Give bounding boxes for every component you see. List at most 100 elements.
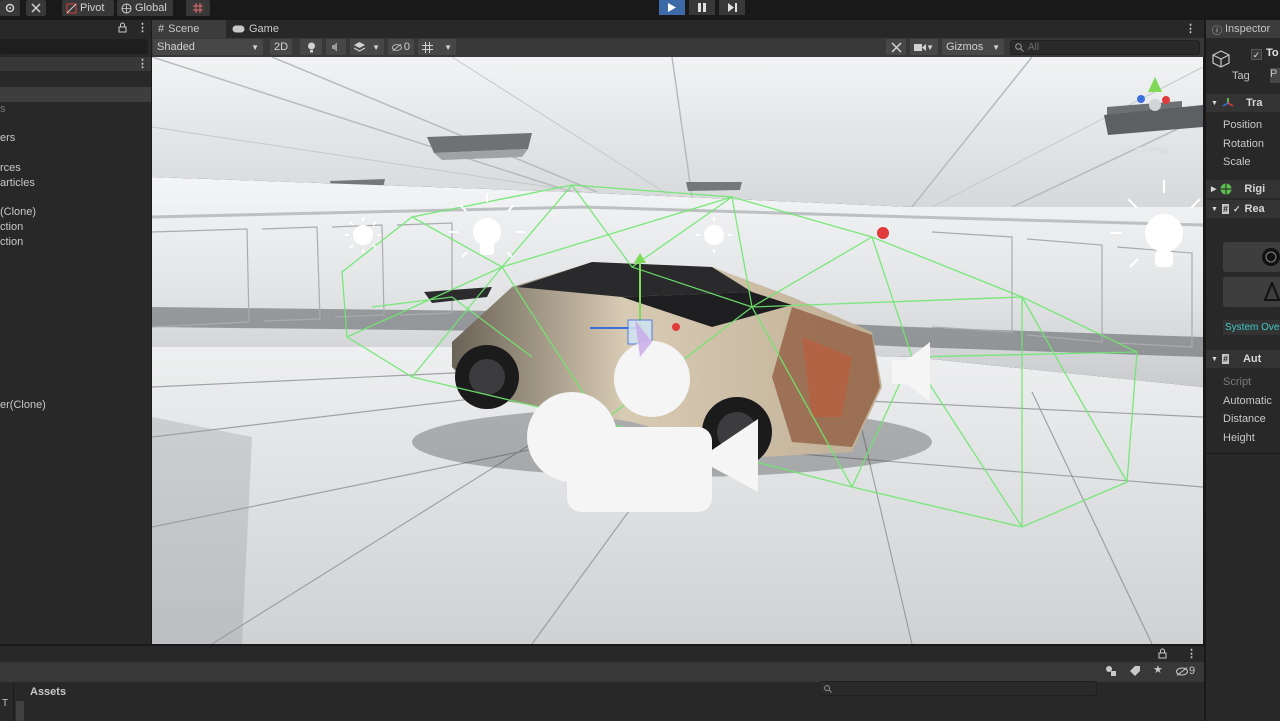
hierarchy-item[interactable]: ction: [0, 236, 23, 248]
tab-scene[interactable]: # Scene: [152, 20, 226, 38]
shading-mode-dropdown[interactable]: Shaded ▼: [153, 39, 263, 55]
project-tabbar: ⋮: [0, 646, 1204, 662]
hidden-objects-toggle[interactable]: 0: [388, 39, 414, 55]
auto-component-header[interactable]: ▼ # Aut: [1206, 350, 1280, 368]
scene-search-input[interactable]: All: [1010, 40, 1200, 55]
shift-preview-button[interactable]: [1223, 277, 1280, 307]
scene-viewport[interactable]: < Persp: [152, 57, 1203, 644]
assets-breadcrumb[interactable]: Assets: [30, 686, 66, 698]
tab-game[interactable]: Game: [226, 20, 296, 38]
automatic-label: Automatic: [1223, 395, 1272, 407]
hierarchy-item[interactable]: ers: [0, 132, 15, 144]
tab-inspector[interactable]: ⓘ Inspector: [1206, 20, 1280, 38]
hierarchy-item[interactable]: rces: [0, 162, 21, 174]
layers-icon: [354, 42, 365, 52]
grid-snap-icon[interactable]: [186, 0, 210, 16]
camera-dropdown[interactable]: ▼: [910, 39, 938, 55]
chevron-down-icon: ▼: [926, 42, 934, 52]
tag-dropdown[interactable]: P: [1270, 68, 1280, 83]
audio-toggle[interactable]: [326, 39, 346, 55]
lighting-toggle[interactable]: [300, 39, 322, 55]
shading-mode-label: Shaded: [157, 41, 195, 53]
global-button[interactable]: Global: [117, 0, 173, 16]
hierarchy-panel: ⋮ ⋮ s ers rces articles (Clone) ction ct…: [0, 20, 151, 644]
divider: [13, 684, 14, 721]
hierarchy-item[interactable]: s: [0, 103, 6, 115]
height-label: Height: [1223, 432, 1255, 444]
speaker-icon: [332, 42, 337, 52]
active-checkbox[interactable]: ✓: [1251, 49, 1262, 60]
position-label: Position: [1223, 119, 1263, 131]
mode-2d-label: 2D: [273, 41, 289, 53]
globe-icon: [121, 3, 132, 13]
folder-tree-item[interactable]: T: [2, 698, 8, 709]
hierarchy-item[interactable]: er(Clone): [0, 399, 46, 411]
tools-icon[interactable]: [26, 0, 46, 16]
script-hash-icon: #: [1221, 354, 1229, 364]
eye-hidden-icon: [1176, 666, 1188, 676]
name-field[interactable]: To: [1266, 47, 1280, 62]
grid-icon: [422, 41, 433, 53]
script-component-header[interactable]: ▼ # ✓ Rea: [1206, 200, 1280, 218]
filter-type-icon[interactable]: [1105, 665, 1117, 680]
step-icon: [727, 3, 737, 12]
lock-icon[interactable]: [1158, 648, 1167, 662]
project-search-input[interactable]: [819, 681, 1097, 696]
chevron-down-icon: ▼: [372, 42, 380, 52]
folder-scrollbar[interactable]: [16, 701, 24, 721]
favorite-star-icon[interactable]: ★: [1153, 663, 1163, 676]
settings-icon[interactable]: [0, 0, 20, 16]
more-options-icon[interactable]: ⋮: [137, 21, 148, 34]
mode-2d-button[interactable]: 2D: [270, 39, 292, 55]
scene-tabbar: # Scene Game ⋮: [152, 20, 1204, 38]
system-overview-button[interactable]: System Ove: [1223, 320, 1280, 335]
scene-search-placeholder: All: [1028, 42, 1040, 53]
pause-button[interactable]: [689, 0, 715, 15]
component-enabled-checkbox[interactable]: ✓: [1233, 204, 1241, 215]
search-icon: [1015, 43, 1024, 52]
play-button[interactable]: [659, 0, 685, 15]
auto-header-label: Aut: [1242, 353, 1262, 365]
gamepad-icon: [232, 25, 245, 33]
tab-inspector-label: Inspector: [1225, 23, 1271, 35]
step-button[interactable]: [719, 0, 745, 15]
rigidbody-icon: [1220, 183, 1232, 195]
grid-dropdown[interactable]: ▼: [418, 39, 456, 55]
wheel-preview-button[interactable]: [1223, 242, 1280, 272]
hierarchy-item[interactable]: articles: [0, 177, 35, 189]
scene-options-icon[interactable]: ⋮: [137, 57, 148, 70]
pivot-button[interactable]: Pivot: [62, 0, 114, 16]
projection-label[interactable]: < Persp: [1134, 145, 1169, 156]
scene-options-icon[interactable]: ⋮: [1185, 22, 1196, 35]
pivot-label: Pivot: [80, 2, 105, 14]
hidden-packages-toggle[interactable]: 9: [1176, 665, 1195, 677]
eye-hidden-icon: [392, 43, 402, 51]
rigidbody-component-header[interactable]: ▶ Rigi: [1206, 180, 1280, 198]
hierarchy-selected-row[interactable]: [0, 87, 151, 102]
hierarchy-search-input[interactable]: [0, 39, 148, 54]
hierarchy-item[interactable]: ction: [0, 221, 23, 233]
lock-icon[interactable]: [118, 22, 127, 36]
script-label: Script: [1223, 376, 1252, 388]
tag-label: Tag: [1232, 70, 1250, 82]
info-icon: ⓘ: [1212, 25, 1222, 37]
chevron-down-icon: ▼: [1211, 205, 1218, 213]
hierarchy-item[interactable]: (Clone): [0, 206, 36, 218]
transform-header-label: Tra: [1245, 97, 1263, 109]
chevron-down-icon: ▼: [992, 42, 1000, 52]
more-options-icon[interactable]: ⋮: [1186, 647, 1197, 660]
script-hash-icon: #: [1221, 204, 1229, 214]
filter-label-icon[interactable]: [1129, 665, 1141, 680]
transform-icon: [1222, 98, 1234, 107]
scale-label: Scale: [1223, 156, 1251, 168]
pause-icon: [698, 3, 706, 12]
transform-component-header[interactable]: ▼ Tra: [1206, 94, 1280, 112]
hidden-packages-count: 9: [1189, 665, 1196, 677]
effects-dropdown[interactable]: ▼: [350, 39, 384, 55]
lightbulb-icon: [307, 42, 315, 52]
gizmos-dropdown[interactable]: Gizmos ▼: [942, 39, 1004, 55]
hierarchy-scene-header[interactable]: ⋮: [0, 57, 151, 71]
chevron-down-icon: ▼: [1211, 355, 1218, 363]
pivot-icon: [66, 3, 77, 13]
tools-toggle[interactable]: [886, 39, 906, 55]
